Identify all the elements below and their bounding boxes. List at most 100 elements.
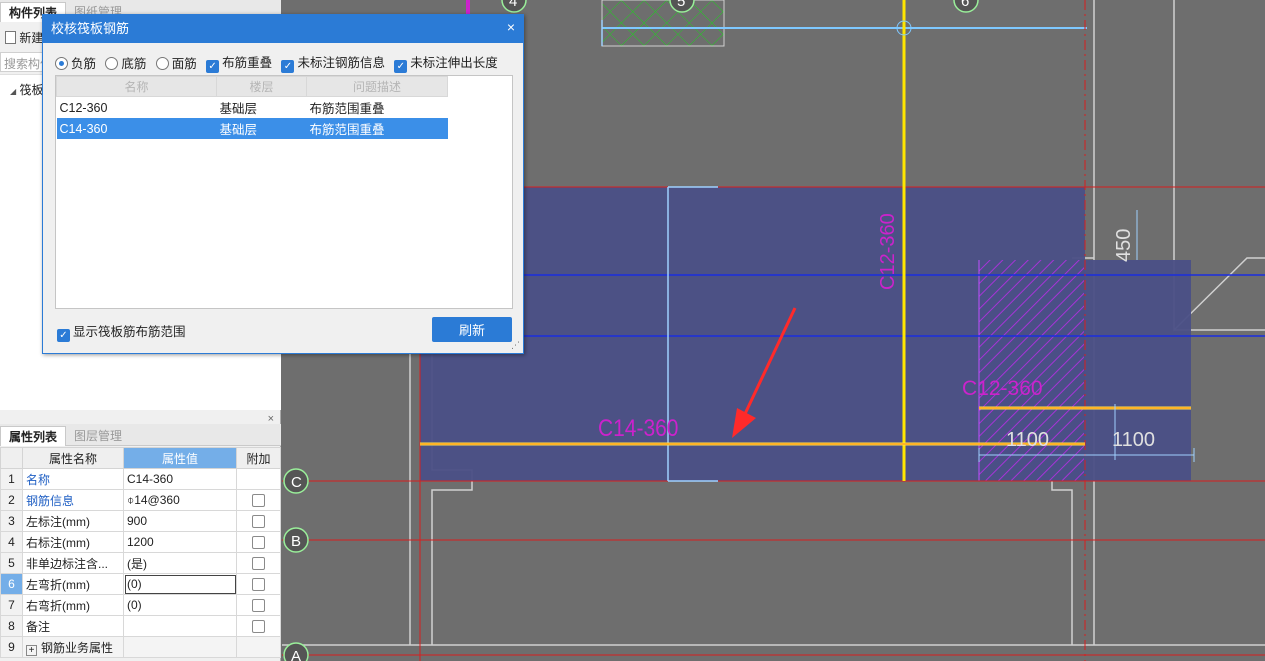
- svg-text:5: 5: [677, 0, 685, 10]
- prop-name: 右弯折(mm): [22, 594, 124, 616]
- table-row[interactable]: 8 备注: [0, 615, 281, 637]
- svg-text:C: C: [291, 474, 302, 491]
- new-component-button[interactable]: 新建: [5, 29, 43, 46]
- issue-floor: 基础层: [219, 102, 258, 116]
- radio-icon: [105, 57, 119, 70]
- prop-value-input[interactable]: C14-360: [123, 468, 237, 490]
- refresh-button[interactable]: 刷新: [432, 317, 512, 342]
- property-table: 属性名称 属性值 附加 1 名称 C14-360 2 钢筋信息 ⌽14@360 …: [0, 447, 281, 658]
- prop-name: 钢筋业务属性: [41, 640, 114, 655]
- row-num: 6: [0, 573, 23, 595]
- extra-checkbox[interactable]: [252, 536, 265, 550]
- table-row[interactable]: C14-360 基础层 布筋范围重叠: [55, 117, 449, 140]
- check-raft-rebar-dialog: 校核筏板钢筋 × 负筋 底筋 面筋 ✓ 布筋重叠 ✓ 未标注钢筋信息 ✓ 未标注伸出长…: [42, 14, 524, 354]
- prop-extra: [236, 468, 281, 490]
- header-num: [0, 447, 23, 469]
- prop-name: 钢筋信息: [22, 489, 124, 511]
- new-icon: [5, 31, 16, 44]
- header-floor[interactable]: 楼层: [216, 76, 307, 97]
- header-name: 属性名称: [22, 447, 124, 469]
- prop-name: 右标注(mm): [22, 531, 124, 553]
- property-tabbar: 属性列表 图层管理: [0, 424, 281, 446]
- axis-label-b: B: [283, 527, 309, 553]
- table-row[interactable]: 2 钢筋信息 ⌽14@360: [0, 489, 281, 511]
- row-num: 4: [0, 531, 23, 553]
- svg-text:B: B: [291, 533, 301, 550]
- row-num: 3: [0, 510, 23, 532]
- issue-description: 布筋范围重叠: [306, 118, 448, 139]
- table-row[interactable]: 5 非单边标注含... (是): [0, 552, 281, 574]
- issue-name: C14-360: [56, 118, 217, 139]
- header-extra: 附加: [236, 447, 281, 469]
- issue-table: 名称 楼层 问题描述 C12-360 基础层 布筋范围重叠 C14-360 基础…: [55, 76, 449, 140]
- table-row[interactable]: 9 + 钢筋业务属性: [0, 636, 281, 658]
- prop-group-toggle[interactable]: + 钢筋业务属性: [22, 636, 124, 658]
- table-row[interactable]: 7 右弯折(mm) (0): [0, 594, 281, 616]
- column-hatch: [601, 0, 725, 47]
- check-icon: ✓: [394, 60, 408, 73]
- prop-value-input[interactable]: [123, 615, 237, 637]
- magenta-marker: [466, 0, 470, 14]
- rebar-label-c14: C14-360: [598, 415, 678, 442]
- checkbox-show-range[interactable]: ✓ 显示筏板筋布筋范围: [57, 321, 186, 342]
- checkbox-overlap[interactable]: ✓ 布筋重叠: [206, 52, 272, 73]
- extra-checkbox[interactable]: [252, 515, 265, 529]
- row-num: 2: [0, 489, 23, 511]
- resize-grip-icon[interactable]: ⋰: [511, 340, 520, 351]
- axis-label-c: C: [283, 468, 309, 494]
- row-num: 9: [0, 636, 23, 658]
- table-row[interactable]: 1 名称 C14-360: [0, 468, 281, 490]
- dim-label-1100-right: 1100: [1112, 429, 1155, 451]
- radio-icon: [55, 57, 68, 70]
- table-row[interactable]: 3 左标注(mm) 900: [0, 510, 281, 532]
- extra-checkbox[interactable]: [252, 578, 265, 592]
- table-row[interactable]: 6 左弯折(mm) (0): [0, 573, 281, 595]
- table-row[interactable]: 4 右标注(mm) 1200: [0, 531, 281, 553]
- prop-name: 备注: [22, 615, 124, 637]
- prop-extra: [236, 636, 281, 658]
- rebar-label-vertical: C12-360: [877, 213, 899, 290]
- rebar-label-c12: C12-360: [962, 377, 1043, 400]
- dialog-title[interactable]: 校核筏板钢筋: [43, 15, 523, 43]
- check-options: 负筋 底筋 面筋 ✓ 布筋重叠 ✓ 未标注钢筋信息 ✓ 未标注伸出长度: [55, 52, 504, 73]
- issue-floor: 基础层: [216, 118, 307, 139]
- header-value: 属性值: [123, 447, 237, 469]
- prop-value-input[interactable]: ⌽14@360: [123, 489, 237, 511]
- prop-value-input[interactable]: (是): [123, 552, 237, 574]
- checkbox-unmarked-info[interactable]: ✓ 未标注钢筋信息: [281, 52, 385, 73]
- prop-name: 非单边标注含...: [22, 552, 124, 574]
- checkbox-unmarked-extension[interactable]: ✓ 未标注伸出长度: [394, 52, 498, 73]
- prop-value-input[interactable]: (0): [123, 573, 237, 595]
- svg-text:6: 6: [961, 0, 969, 10]
- tab-layer-management[interactable]: 图层管理: [66, 426, 130, 446]
- extra-checkbox[interactable]: [252, 620, 265, 634]
- extra-checkbox[interactable]: [252, 494, 265, 508]
- header-name[interactable]: 名称: [56, 76, 217, 97]
- radio-negative-rebar[interactable]: 负筋: [55, 53, 96, 72]
- row-num: 1: [0, 468, 23, 490]
- check-icon: ✓: [57, 329, 70, 342]
- radio-top-rebar[interactable]: 面筋: [155, 53, 197, 72]
- extra-checkbox[interactable]: [252, 599, 265, 613]
- issue-header-row: 名称 楼层 问题描述: [56, 76, 448, 97]
- prop-value-input: [123, 636, 237, 658]
- radio-bottom-rebar[interactable]: 底筋: [105, 53, 146, 72]
- expand-icon[interactable]: ◢: [10, 87, 16, 96]
- table-row[interactable]: C12-360 基础层 布筋范围重叠: [57, 97, 448, 119]
- issue-list[interactable]: 名称 楼层 问题描述 C12-360 基础层 布筋范围重叠 C14-360 基础…: [55, 75, 513, 309]
- close-icon[interactable]: ×: [507, 19, 515, 35]
- prop-value-input[interactable]: 900: [123, 510, 237, 532]
- prop-value-input[interactable]: 1200: [123, 531, 237, 553]
- extra-checkbox[interactable]: [252, 557, 265, 571]
- prop-name: 左标注(mm): [22, 510, 124, 532]
- radio-icon: [155, 57, 169, 70]
- header-issue[interactable]: 问题描述: [306, 76, 448, 97]
- issue-description: 布筋范围重叠: [309, 102, 385, 116]
- dim-label-1100-left: 1100: [1006, 429, 1049, 451]
- prop-value-input[interactable]: (0): [123, 594, 237, 616]
- expand-plus-icon[interactable]: +: [26, 644, 37, 656]
- tab-property-list[interactable]: 属性列表: [0, 426, 67, 446]
- check-icon: ✓: [206, 60, 220, 73]
- row-num: 8: [0, 615, 23, 637]
- prop-name: 名称: [22, 468, 124, 490]
